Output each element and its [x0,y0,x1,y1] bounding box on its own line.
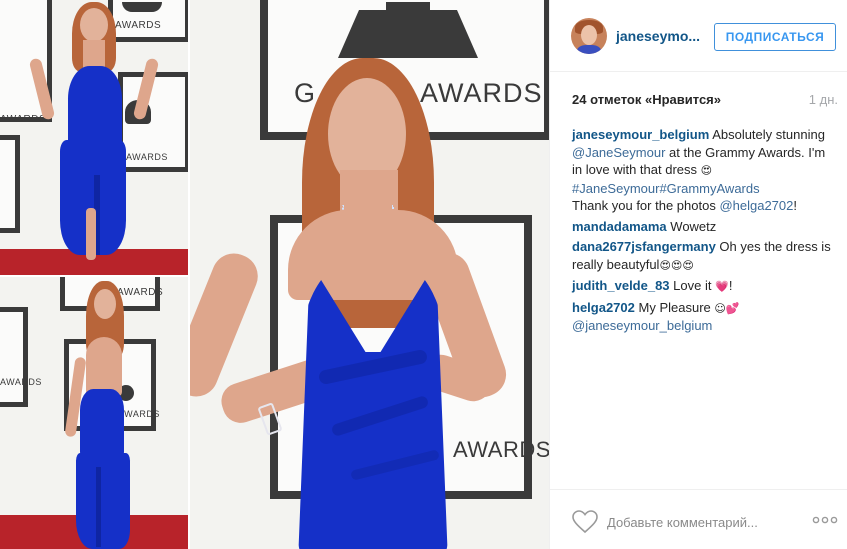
comment-username[interactable]: janeseymour_belgium [572,127,709,142]
emoji-heart-eyes: 😍 [700,164,713,177]
comment-item: dana2677jsfangermany Oh yes the dress is… [572,238,838,274]
mention-link[interactable]: @helga2702 [719,198,793,213]
post-author-username[interactable]: janeseymo... [616,28,700,44]
mention-link[interactable]: @JaneSeymour [572,145,665,160]
comment-text: Absolutely stunning [712,127,825,142]
likes-count[interactable]: 24 отметок «Нравится» [572,92,721,107]
comment-username[interactable]: dana2677jsfangermany [572,239,716,254]
photo-tile-bottom-left: AWARDS AWARDS AWARDS [0,277,188,549]
heart-icon[interactable] [572,510,598,534]
comment-bar [550,489,847,549]
photo-tile-main: G AWARDS AWARDS [190,0,549,549]
comment-text: Wowetz [670,218,717,234]
comments-list: janeseymour_belgium Absolutely stunning … [572,126,838,338]
comment-text: My Pleasure [638,299,711,315]
avatar[interactable] [571,18,607,54]
mention-link[interactable]: @janeseymour_belgium [572,318,712,333]
comment-text: ! [793,198,797,213]
caption-comment: janeseymour_belgium Absolutely stunning … [572,126,838,215]
post-side-panel: janeseymo... ПОДПИСАТЬСЯ 24 отметок «Нра… [549,0,847,549]
emoji-heart-eyes: 😍😍😍 [659,258,694,272]
emoji-heart: 💗 [715,280,729,293]
post-timestamp[interactable]: 1 дн. [809,92,838,107]
hashtag-link[interactable]: #JaneSeymour#GrammyAwards [572,181,760,196]
comment-item: mandadamama Wowetz [572,218,838,236]
comment-text: ! [728,278,733,293]
photo-tile-top-left: AWARDS AWARDS AWARDS [0,0,188,275]
comment-username[interactable]: mandadamama [572,219,667,234]
more-options-icon[interactable] [812,514,838,526]
post-header: janeseymo... ПОДПИСАТЬСЯ [550,0,847,72]
emoji-smile-hearts: ☺💕 [714,301,740,315]
comment-text: Thank you for the photos [572,198,716,213]
likes-row: 24 отметок «Нравится» 1 дн. [572,92,838,110]
follow-button[interactable]: ПОДПИСАТЬСЯ [714,23,836,51]
comment-text: Love it [673,278,712,293]
comment-item: judith_velde_83 Love it 💗! [572,277,838,296]
add-comment-input[interactable] [607,512,797,532]
comment-item: helga2702 My Pleasure ☺💕 @janeseymour_be… [572,299,838,335]
post-photo[interactable]: AWARDS AWARDS AWARDS AWARDS AWARDS AWARD… [0,0,549,549]
comment-username[interactable]: helga2702 [572,300,635,315]
comment-username[interactable]: judith_velde_83 [572,278,670,293]
